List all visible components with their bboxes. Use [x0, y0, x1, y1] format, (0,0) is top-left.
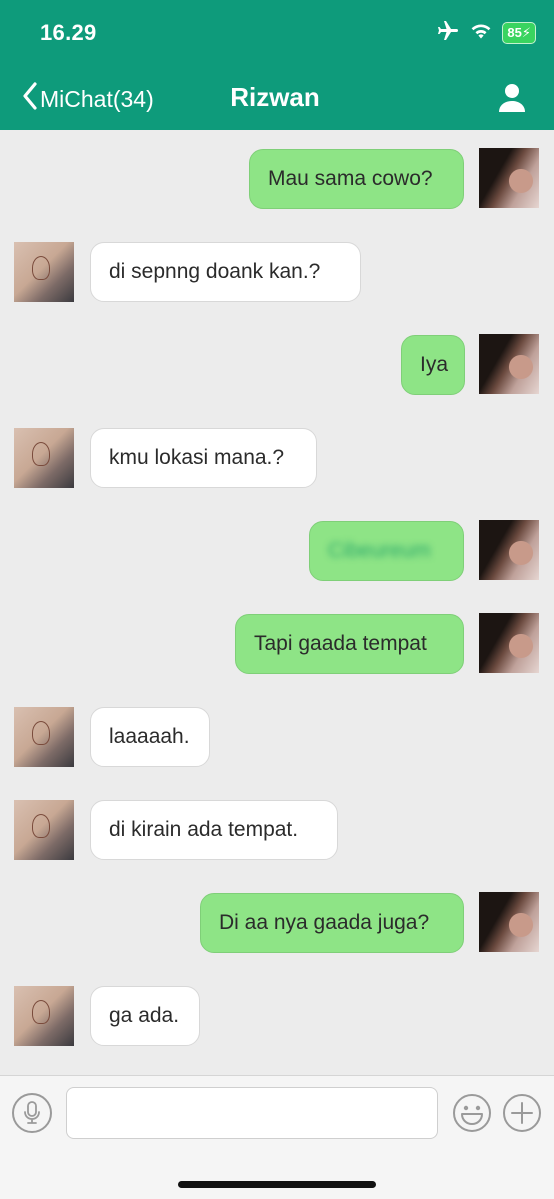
avatar[interactable] — [479, 613, 539, 673]
wifi-icon — [470, 22, 492, 45]
avatar[interactable] — [14, 707, 74, 767]
incoming-message[interactable]: kmu lokasi mana.? — [90, 428, 317, 488]
outgoing-message[interactable]: Di aa nya gaada juga? — [200, 893, 464, 953]
person-icon[interactable] — [498, 83, 526, 113]
avatar[interactable] — [479, 892, 539, 952]
battery-level: 85 — [507, 25, 522, 40]
chat-title: Rizwan — [0, 82, 554, 113]
message-text: Mau sama cowo? — [268, 167, 433, 190]
avatar[interactable] — [14, 986, 74, 1046]
chat-title-text: Rizwan — [230, 82, 320, 112]
avatar[interactable] — [14, 800, 74, 860]
avatar[interactable] — [479, 334, 539, 394]
avatar[interactable] — [14, 242, 74, 302]
message-text: di sepnng doank kan.? — [109, 260, 321, 283]
microphone-icon[interactable] — [12, 1093, 52, 1133]
message-text: ga ada. — [109, 1004, 180, 1027]
composer-bar — [0, 1075, 554, 1199]
message-text: Di aa nya gaada juga? — [219, 911, 430, 934]
plus-icon[interactable] — [502, 1093, 542, 1133]
message-text: Tapi gaada tempat — [254, 632, 427, 655]
incoming-message[interactable]: di kirain ada tempat. — [90, 800, 338, 860]
airplane-icon — [436, 19, 460, 48]
message-text: laaaaah. — [109, 725, 190, 748]
home-indicator — [178, 1181, 376, 1188]
battery-charging-icon: 85⚡ — [502, 22, 536, 44]
message-text: di kirain ada tempat. — [109, 818, 299, 841]
avatar[interactable] — [14, 428, 74, 488]
outgoing-message[interactable]: Cibeureum — [309, 521, 464, 581]
outgoing-message[interactable]: Mau sama cowo? — [249, 149, 464, 209]
message-text: Cibeureum — [328, 539, 431, 562]
outgoing-message[interactable]: Tapi gaada tempat — [235, 614, 464, 674]
incoming-message[interactable]: di sepnng doank kan.? — [90, 242, 361, 302]
message-input[interactable] — [66, 1087, 438, 1139]
message-text: kmu lokasi mana.? — [109, 446, 285, 469]
incoming-message[interactable]: laaaaah. — [90, 707, 210, 767]
status-time: 16.29 — [40, 20, 97, 45]
chat-header: 16.29 85⚡ MiChat(34) Rizwan — [0, 0, 554, 130]
outgoing-message[interactable]: Iya — [401, 335, 465, 395]
avatar[interactable] — [479, 520, 539, 580]
emoji-icon[interactable] — [452, 1093, 492, 1133]
message-text: Iya — [420, 353, 449, 376]
incoming-message[interactable]: ga ada. — [90, 986, 200, 1046]
avatar[interactable] — [479, 148, 539, 208]
status-icons: 85⚡ — [436, 20, 536, 46]
